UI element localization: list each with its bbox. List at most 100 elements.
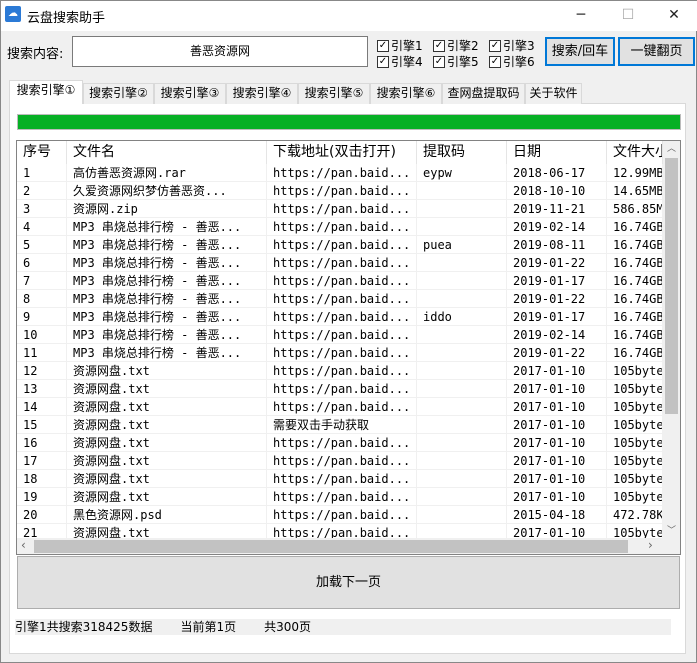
table-cell: 20 xyxy=(17,506,67,524)
table-row[interactable]: 14 资源网盘.txt https://pan.baid... 2017-01-10 1… xyxy=(17,398,663,416)
table-cell: 16.74GB xyxy=(607,326,663,344)
search-button[interactable]: 搜索/回车 xyxy=(545,37,615,66)
checkbox-check-icon[interactable]: ✓ xyxy=(377,39,389,52)
scroll-right-icon[interactable]: › xyxy=(648,538,653,552)
table-cell: 16.74GB xyxy=(607,308,663,326)
engine-6-checkbox[interactable]: ✓ 引擎6 xyxy=(489,53,535,70)
table-cell: 105byte xyxy=(607,380,663,398)
table-cell: 2017-01-10 xyxy=(507,452,607,470)
horizontal-scroll-thumb[interactable] xyxy=(34,540,628,553)
tab-4[interactable]: 搜索引擎④ xyxy=(226,83,298,104)
table-row[interactable]: 19 资源网盘.txt https://pan.baid... 2017-01-10 1… xyxy=(17,488,663,506)
table-cell: https://pan.baid... xyxy=(267,290,417,308)
table-cell: 2019-01-17 xyxy=(507,308,607,326)
column-header[interactable]: 文件大小 xyxy=(607,141,663,164)
table-cell: 资源网盘.txt xyxy=(67,488,267,506)
table-row[interactable]: 2 久爱资源网织梦仿善恶资... https://pan.baid... 2018-1… xyxy=(17,182,663,200)
table-cell: 资源网盘.txt xyxy=(67,398,267,416)
checkbox-check-icon[interactable]: ✓ xyxy=(433,39,445,52)
table-row[interactable]: 17 资源网盘.txt https://pan.baid... 2017-01-10 1… xyxy=(17,452,663,470)
table-cell: 2019-01-22 xyxy=(507,344,607,362)
maximize-button[interactable]: ☐ xyxy=(605,1,651,31)
column-header[interactable]: 日期 xyxy=(507,141,607,164)
table-row[interactable]: 20 黑色资源网.psd https://pan.baid... 2015-04-18… xyxy=(17,506,663,524)
status-total: 引擎1共搜索318425数据 xyxy=(15,620,153,634)
table-row[interactable]: 16 资源网盘.txt https://pan.baid... 2017-01-10 1… xyxy=(17,434,663,452)
engine-2-checkbox[interactable]: ✓ 引擎2 xyxy=(433,37,479,54)
tab-7[interactable]: 查网盘提取码 xyxy=(442,83,525,104)
search-input[interactable]: 善恶资源网 xyxy=(72,36,368,67)
table-cell xyxy=(417,254,507,272)
column-header[interactable]: 文件名 xyxy=(67,141,267,164)
table-cell: 13 xyxy=(17,380,67,398)
tab-5[interactable]: 搜索引擎⑤ xyxy=(298,83,370,104)
minimize-button[interactable]: ─ xyxy=(558,1,604,31)
engine-3-checkbox[interactable]: ✓ 引擎3 xyxy=(489,37,535,54)
table-cell: https://pan.baid... xyxy=(267,218,417,236)
table-cell: 2017-01-10 xyxy=(507,434,607,452)
table-row[interactable]: 5 MP3 串烧总排行榜 - 善恶... https://pan.baid... pu… xyxy=(17,236,663,254)
table-cell: 5 xyxy=(17,236,67,254)
table-cell: 资源网盘.txt xyxy=(67,416,267,434)
table-cell: https://pan.baid... xyxy=(267,326,417,344)
load-next-page-button[interactable]: 加载下一页 xyxy=(17,556,680,609)
tab-3[interactable]: 搜索引擎③ xyxy=(154,83,226,104)
table-cell: 高仿善恶资源网.rar xyxy=(67,164,267,182)
column-header[interactable]: 下载地址(双击打开) xyxy=(267,141,417,164)
checkbox-check-icon[interactable]: ✓ xyxy=(489,39,501,52)
table-row[interactable]: 3 资源网.zip https://pan.baid... 2019-11-21 586… xyxy=(17,200,663,218)
vertical-scroll-thumb[interactable] xyxy=(665,158,678,414)
checkbox-check-icon[interactable]: ✓ xyxy=(433,55,445,68)
table-cell: 2019-08-11 xyxy=(507,236,607,254)
table-row[interactable]: 8 MP3 串烧总排行榜 - 善恶... https://pan.baid... 20… xyxy=(17,290,663,308)
engine-4-checkbox[interactable]: ✓ 引擎4 xyxy=(377,53,423,70)
table-cell: 4 xyxy=(17,218,67,236)
table-cell: 17 xyxy=(17,452,67,470)
table-row[interactable]: 6 MP3 串烧总排行榜 - 善恶... https://pan.baid... 20… xyxy=(17,254,663,272)
table-cell: 2019-01-22 xyxy=(507,290,607,308)
checkbox-check-icon[interactable]: ✓ xyxy=(489,55,501,68)
engine-1-checkbox[interactable]: ✓ 引擎1 xyxy=(377,37,423,54)
tab-6[interactable]: 搜索引擎⑥ xyxy=(370,83,442,104)
table-cell: 472.78K xyxy=(607,506,663,524)
table-row[interactable]: 18 资源网盘.txt https://pan.baid... 2017-01-10 1… xyxy=(17,470,663,488)
table-row[interactable]: 12 资源网盘.txt https://pan.baid... 2017-01-10 1… xyxy=(17,362,663,380)
table-cell: 资源网.zip xyxy=(67,200,267,218)
scroll-down-icon[interactable]: ﹀ xyxy=(667,523,676,536)
scroll-up-icon[interactable]: ︿ xyxy=(667,141,676,154)
table-cell: 3 xyxy=(17,200,67,218)
table-cell: 12 xyxy=(17,362,67,380)
table-cell xyxy=(417,506,507,524)
table-row[interactable]: 9 MP3 串烧总排行榜 - 善恶... https://pan.baid... id… xyxy=(17,308,663,326)
engine-5-checkbox[interactable]: ✓ 引擎5 xyxy=(433,53,479,70)
table-row[interactable]: 10 MP3 串烧总排行榜 - 善恶... https://pan.baid... 2… xyxy=(17,326,663,344)
table-cell: puea xyxy=(417,236,507,254)
table-row[interactable]: 4 MP3 串烧总排行榜 - 善恶... https://pan.baid... 20… xyxy=(17,218,663,236)
table-row[interactable]: 11 MP3 串烧总排行榜 - 善恶... https://pan.baid... 2… xyxy=(17,344,663,362)
table-cell: https://pan.baid... xyxy=(267,254,417,272)
table-cell: 16 xyxy=(17,434,67,452)
flip-pages-button[interactable]: 一键翻页 xyxy=(618,37,695,66)
table-cell xyxy=(417,416,507,434)
tab-1[interactable]: 搜索引擎① xyxy=(9,80,83,104)
column-header[interactable]: 序号 xyxy=(17,141,67,164)
checkbox-check-icon[interactable]: ✓ xyxy=(377,55,389,68)
tab-2[interactable]: 搜索引擎② xyxy=(83,83,154,104)
table-cell: https://pan.baid... xyxy=(267,272,417,290)
close-button[interactable]: ✕ xyxy=(651,1,697,31)
tab-8[interactable]: 关于软件 xyxy=(525,83,582,104)
table-cell: MP3 串烧总排行榜 - 善恶... xyxy=(67,218,267,236)
table-row[interactable]: 15 资源网盘.txt 需要双击手动获取 2017-01-10 105byte xyxy=(17,416,663,434)
engine-label: 引擎3 xyxy=(503,39,535,53)
table-cell: 11 xyxy=(17,344,67,362)
table-cell: 16.74GB xyxy=(607,272,663,290)
table-cell: https://pan.baid... xyxy=(267,452,417,470)
table-cell: 105byte xyxy=(607,362,663,380)
scroll-left-icon[interactable]: ‹ xyxy=(21,538,26,552)
table-row[interactable]: 13 资源网盘.txt https://pan.baid... 2017-01-10 1… xyxy=(17,380,663,398)
table-cell: 2017-01-10 xyxy=(507,398,607,416)
table-row[interactable]: 7 MP3 串烧总排行榜 - 善恶... https://pan.baid... 20… xyxy=(17,272,663,290)
column-header[interactable]: 提取码 xyxy=(417,141,507,164)
table-row[interactable]: 1 高仿善恶资源网.rar https://pan.baid... eypw 2018-… xyxy=(17,164,663,182)
engine-label: 引擎6 xyxy=(503,55,535,69)
